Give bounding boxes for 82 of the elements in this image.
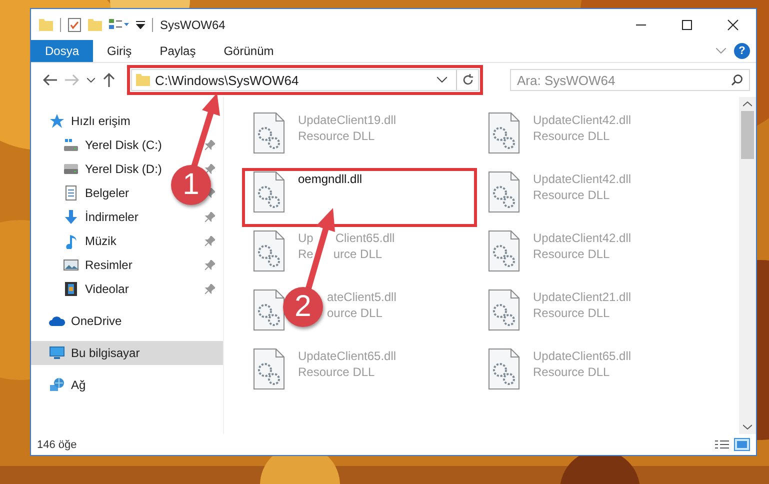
- pin-icon[interactable]: [205, 164, 215, 174]
- film-icon: [63, 281, 79, 297]
- file-name: UpdateClient42.dll: [533, 230, 632, 246]
- item-count: 146 öğe: [37, 438, 77, 450]
- scroll-thumb[interactable]: [741, 111, 754, 159]
- dll-file-icon: [487, 289, 521, 331]
- monitor-icon: [49, 345, 65, 361]
- dll-file-icon: [487, 230, 521, 272]
- checklist-icon[interactable]: [68, 18, 81, 32]
- search-icon: [731, 74, 743, 86]
- dll-file-icon: [487, 171, 521, 213]
- pin-icon[interactable]: [205, 140, 215, 150]
- sidebar-item[interactable]: İndirmeler: [31, 205, 142, 229]
- dll-file-icon: [252, 112, 286, 154]
- refresh-icon: [462, 74, 474, 86]
- file-type: Resource DLL: [533, 128, 610, 144]
- folder-icon: [136, 74, 150, 86]
- file-type: Resource DLL: [533, 187, 610, 203]
- file-type: Resource DLL: [533, 305, 610, 321]
- file-name: Client65.dll: [335, 230, 395, 246]
- scrollbar[interactable]: [739, 97, 756, 434]
- sidebar-item[interactable]: Yerel Disk (D:): [31, 157, 166, 181]
- window-title: SysWOW64: [160, 18, 226, 32]
- scroll-down-icon[interactable]: [743, 424, 752, 430]
- file-type: Resource DLL: [298, 364, 375, 380]
- file-type: Re: [298, 246, 314, 262]
- sidebar-item[interactable]: Yerel Disk (C:): [31, 133, 166, 157]
- up-arrow-icon[interactable]: [103, 73, 115, 87]
- caret-icon[interactable]: [437, 77, 447, 83]
- address-field[interactable]: C:\Windows\SysWOW64: [131, 69, 479, 91]
- dll-file-icon: [252, 230, 286, 272]
- file-name: UpdateClient19.dll: [298, 112, 396, 128]
- dll-file-icon: [487, 348, 521, 390]
- dll-file-icon: [252, 289, 286, 331]
- help-icon[interactable]: ?: [734, 43, 750, 59]
- pin-icon[interactable]: [205, 260, 215, 270]
- ribbon-tab[interactable]: Paylaş: [146, 40, 210, 62]
- ribbon-tab[interactable]: Giriş: [93, 40, 146, 62]
- pin-icon[interactable]: [205, 212, 215, 222]
- file-name: oemgndll.dll: [298, 171, 362, 187]
- sidebar-item[interactable]: Bu bilgisayar: [31, 341, 223, 365]
- dll-file-icon: [252, 171, 286, 213]
- file-type: urce DLL: [333, 246, 382, 262]
- sidebar-item[interactable]: Belgeler: [31, 181, 134, 205]
- file-name: ateClient5.dll: [327, 289, 396, 305]
- ribbon-tab[interactable]: Görünüm: [210, 40, 288, 62]
- picture-icon: [63, 257, 79, 273]
- details-view-icon[interactable]: [714, 438, 730, 451]
- dropdown-icon[interactable]: [136, 20, 145, 28]
- properties-icon[interactable]: [109, 19, 129, 30]
- file-name: Up: [298, 230, 314, 246]
- pin-icon[interactable]: [205, 284, 215, 294]
- file-name: UpdateClient42.dll: [533, 171, 632, 187]
- network-icon: [49, 377, 65, 393]
- pin-icon[interactable]: [205, 236, 215, 246]
- document-icon: [63, 185, 79, 201]
- dll-file-icon: [252, 348, 286, 390]
- sidebar-item[interactable]: Videolar: [31, 277, 133, 301]
- file-type: ource DLL: [327, 305, 382, 321]
- caret-icon[interactable]: [87, 78, 95, 82]
- file-type: Resource DLL: [533, 246, 610, 262]
- download-arrow-icon: [63, 209, 79, 225]
- file-name: UpdateClient42.dll: [533, 112, 632, 128]
- chevron-icon[interactable]: [716, 48, 726, 54]
- drive-icon: [63, 161, 79, 177]
- music-note-icon: [63, 233, 79, 249]
- scroll-up-icon[interactable]: [743, 101, 752, 107]
- file-name: UpdateClient21.dll: [533, 289, 632, 305]
- sidebar-item[interactable]: Resimler: [31, 253, 136, 277]
- file-type: Resource DLL: [298, 128, 375, 144]
- sidebar-item[interactable]: OneDrive: [31, 309, 126, 333]
- drive-icon: [63, 137, 79, 153]
- sidebar-item[interactable]: Ağ: [31, 373, 90, 397]
- sidebar-item[interactable]: Hızlı erişim: [31, 109, 134, 133]
- back-arrow-icon[interactable]: [43, 74, 57, 86]
- dll-file-icon: [487, 112, 521, 154]
- sidebar-item[interactable]: Müzik: [31, 229, 120, 253]
- file-type: Resource DLL: [533, 364, 610, 380]
- star-icon: [49, 113, 65, 129]
- file-name: UpdateClient65.dll: [298, 348, 396, 364]
- ribbon-tab[interactable]: Dosya: [31, 40, 94, 62]
- file-name: UpdateClient65.dll: [533, 348, 632, 364]
